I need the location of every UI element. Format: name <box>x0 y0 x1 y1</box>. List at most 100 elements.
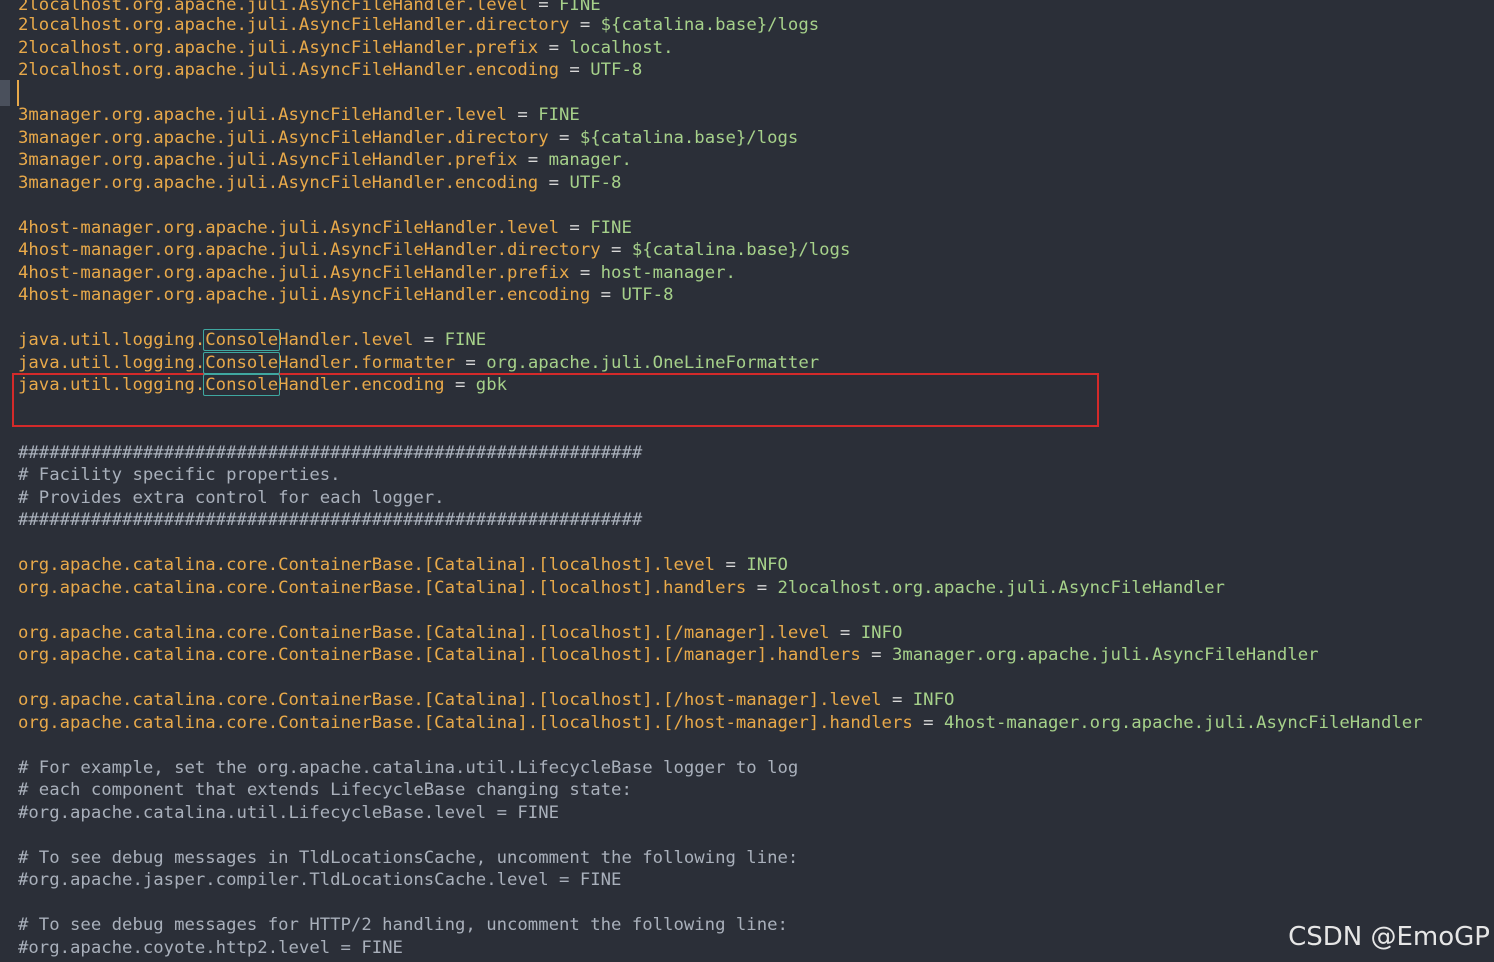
comment-text: # Provides extra control for each logger… <box>18 488 445 508</box>
code-line[interactable]: 2localhost.org.apache.juli.AsyncFileHand… <box>18 37 673 59</box>
property-key: 4host-manager.org.apache.juli.AsyncFileH… <box>18 218 560 238</box>
equals-operator: = <box>454 353 487 373</box>
code-line[interactable]: 4host-manager.org.apache.juli.AsyncFileH… <box>18 239 850 261</box>
equals-operator: = <box>912 713 944 733</box>
equals-operator: = <box>590 285 622 305</box>
comment-text: ########################################… <box>18 443 643 463</box>
comment-text: #org.apache.catalina.util.LifecycleBase.… <box>18 803 560 823</box>
code-line[interactable]: #org.apache.coyote.http2.level = FINE <box>18 937 403 959</box>
property-value: 4host-manager.org.apache.juli.AsyncFileH… <box>943 713 1423 733</box>
equals-operator: = <box>881 690 913 710</box>
code-line[interactable]: #org.apache.catalina.util.LifecycleBase.… <box>18 802 559 824</box>
equals-operator: = <box>829 623 861 643</box>
property-key: org.apache.catalina.core.ContainerBase.[… <box>18 690 882 710</box>
property-value: FINE <box>538 105 580 125</box>
property-value: INFO <box>746 555 788 575</box>
property-key: 4host-manager.org.apache.juli.AsyncFileH… <box>18 263 570 283</box>
property-value: ${catalina.base}/logs <box>600 15 820 35</box>
code-line[interactable]: 2localhost.org.apache.juli.AsyncFileHand… <box>18 59 642 81</box>
code-line[interactable]: 3manager.org.apache.juli.AsyncFileHandle… <box>18 172 621 194</box>
code-line[interactable]: 3manager.org.apache.juli.AsyncFileHandle… <box>18 149 632 171</box>
code-line[interactable]: 4host-manager.org.apache.juli.AsyncFileH… <box>18 217 632 239</box>
code-line[interactable]: 4host-manager.org.apache.juli.AsyncFileH… <box>18 262 736 284</box>
code-line[interactable]: 2localhost.org.apache.juli.AsyncFileHand… <box>18 14 819 36</box>
comment-text: #org.apache.coyote.http2.level = FINE <box>18 938 403 958</box>
comment-text: # For example, set the org.apache.catali… <box>18 758 799 778</box>
equals-operator: = <box>569 263 601 283</box>
code-line[interactable]: # Facility specific properties. <box>18 464 341 486</box>
property-value: ${catalina.base}/logs <box>579 128 799 148</box>
code-line[interactable]: org.apache.catalina.core.ContainerBase.[… <box>18 689 954 711</box>
comment-text: # each component that extends LifecycleB… <box>18 780 632 800</box>
equals-operator: = <box>517 150 549 170</box>
code-line[interactable]: 4host-manager.org.apache.juli.AsyncFileH… <box>18 284 673 306</box>
equals-operator: = <box>559 218 591 238</box>
code-line[interactable]: java.util.logging.ConsoleHandler.formatt… <box>18 352 819 374</box>
property-key: org.apache.catalina.core.ContainerBase.[… <box>18 713 913 733</box>
equals-operator: = <box>600 240 632 260</box>
property-key: 2localhost.org.apache.juli.AsyncFileHand… <box>18 15 570 35</box>
property-value: FINE <box>444 330 487 350</box>
csdn-watermark: CSDN @EmoGP <box>1288 922 1490 952</box>
property-value: FINE <box>559 0 601 15</box>
code-line[interactable]: ########################################… <box>18 442 642 464</box>
equals-operator: = <box>860 645 892 665</box>
code-line[interactable]: #org.apache.jasper.compiler.TldLocations… <box>18 869 621 891</box>
code-line[interactable]: org.apache.catalina.core.ContainerBase.[… <box>18 577 1225 599</box>
property-key: 2localhost.org.apache.juli.AsyncFileHand… <box>18 60 560 80</box>
property-value: host-manager. <box>600 263 736 283</box>
code-line[interactable]: # For example, set the org.apache.catali… <box>18 757 798 779</box>
equals-operator: = <box>548 128 580 148</box>
code-line[interactable]: # Provides extra control for each logger… <box>18 487 445 509</box>
property-value: manager. <box>548 150 632 170</box>
comment-text: # To see debug messages for HTTP/2 handl… <box>18 915 788 935</box>
equals-operator: = <box>559 60 591 80</box>
property-value: UTF-8 <box>569 173 622 193</box>
comment-text: # Facility specific properties. <box>18 465 341 485</box>
equals-operator: = <box>538 173 570 193</box>
comment-text: #org.apache.jasper.compiler.TldLocations… <box>18 870 622 890</box>
property-value: INFO <box>860 623 903 643</box>
property-key: org.apache.catalina.core.ContainerBase.[… <box>18 623 830 643</box>
code-line[interactable]: ########################################… <box>18 509 642 531</box>
code-line[interactable]: org.apache.catalina.core.ContainerBase.[… <box>18 712 1423 734</box>
code-line[interactable]: 3manager.org.apache.juli.AsyncFileHandle… <box>18 127 798 149</box>
property-key: 2localhost.org.apache.juli.AsyncFileHand… <box>18 38 539 58</box>
property-key: java.util.logging.ConsoleHandler.formatt… <box>18 353 455 373</box>
equals-operator: = <box>715 555 747 575</box>
property-value: 2localhost.org.apache.juli.AsyncFileHand… <box>777 578 1225 598</box>
text-caret <box>17 80 19 106</box>
property-value: UTF-8 <box>621 285 674 305</box>
code-line[interactable]: org.apache.catalina.core.ContainerBase.[… <box>18 622 902 644</box>
property-value: localhost. <box>569 38 674 58</box>
property-key: 4host-manager.org.apache.juli.AsyncFileH… <box>18 285 591 305</box>
code-line[interactable]: # each component that extends LifecycleB… <box>18 779 632 801</box>
code-editor[interactable]: 2localhost.org.apache.juli.AsyncFileHand… <box>0 0 1494 962</box>
property-key: org.apache.catalina.core.ContainerBase.[… <box>18 578 747 598</box>
equals-operator: = <box>538 38 570 58</box>
code-line[interactable]: org.apache.catalina.core.ContainerBase.[… <box>18 644 1319 666</box>
property-value: FINE <box>590 218 632 238</box>
property-key: 2localhost.org.apache.juli.AsyncFileHand… <box>18 0 528 15</box>
equals-operator: = <box>527 0 560 15</box>
comment-text: ########################################… <box>18 510 643 530</box>
code-line[interactable]: java.util.logging.ConsoleHandler.level =… <box>18 329 486 351</box>
equals-operator: = <box>413 330 445 350</box>
property-value: ${catalina.base}/logs <box>631 240 851 260</box>
property-key: 4host-manager.org.apache.juli.AsyncFileH… <box>18 240 601 260</box>
annotation-red-box <box>12 373 1099 427</box>
property-key: org.apache.catalina.core.ContainerBase.[… <box>18 645 861 665</box>
property-key: 3manager.org.apache.juli.AsyncFileHandle… <box>18 105 507 125</box>
property-value: UTF-8 <box>590 60 643 80</box>
code-line[interactable]: 3manager.org.apache.juli.AsyncFileHandle… <box>18 104 580 126</box>
property-key: 3manager.org.apache.juli.AsyncFileHandle… <box>18 173 539 193</box>
property-value: 3manager.org.apache.juli.AsyncFileHandle… <box>891 645 1319 665</box>
equals-operator: = <box>507 105 539 125</box>
property-key: 3manager.org.apache.juli.AsyncFileHandle… <box>18 150 518 170</box>
code-line[interactable]: # To see debug messages for HTTP/2 handl… <box>18 914 788 936</box>
code-line[interactable]: org.apache.catalina.core.ContainerBase.[… <box>18 554 788 576</box>
property-key: 3manager.org.apache.juli.AsyncFileHandle… <box>18 128 549 148</box>
current-line-gutter-marker <box>0 80 10 106</box>
code-line[interactable]: # To see debug messages in TldLocationsC… <box>18 847 798 869</box>
property-value: org.apache.juli.OneLineFormatter <box>486 353 820 373</box>
